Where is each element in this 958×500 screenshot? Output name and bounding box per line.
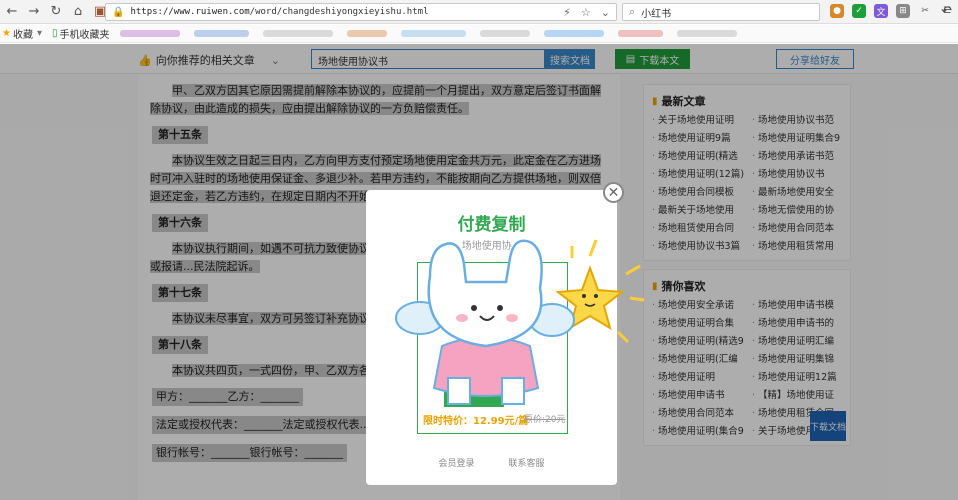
refresh-icon[interactable]: ↻ [46, 2, 66, 22]
blurred-bookmark [346, 30, 387, 37]
modal-links: 会员登录 联系客服 [366, 456, 617, 469]
url-text: https://www.ruiwen.com/word/changdeshiyo… [130, 7, 429, 17]
translate-icon[interactable]: 文 [874, 4, 888, 18]
home-icon[interactable]: ⌂ [68, 2, 88, 22]
browser-search-query: 小红书 [641, 8, 672, 20]
blurred-bookmark [193, 30, 249, 37]
lock-icon: 🔒 [112, 6, 125, 18]
grid-icon[interactable]: ⊞ [896, 4, 910, 18]
blurred-bookmark [676, 30, 737, 37]
undo-icon[interactable]: ↶ [941, 4, 952, 19]
bunny-mascot-sticker [395, 239, 645, 405]
star-icon: ★ [2, 28, 11, 39]
scissors-icon[interactable]: ✂ [918, 4, 932, 18]
blurred-bookmark [262, 30, 333, 37]
cookie-icon[interactable]: ● [830, 4, 844, 18]
contact-service-link[interactable]: 联系客服 [509, 456, 545, 469]
forward-arrow-icon[interactable]: → [24, 2, 44, 22]
blurred-bookmark [617, 30, 663, 37]
bookmark-favorites[interactable]: ★ 收藏 ▾ [2, 26, 42, 41]
blurred-bookmark [543, 30, 604, 37]
search-icon: ⌕ [629, 5, 636, 18]
address-bar[interactable]: 🔒 https://www.ruiwen.com/word/changdeshi… [105, 3, 617, 21]
star-outline-icon[interactable]: ☆ [581, 6, 591, 19]
member-login-link[interactable]: 会员登录 [438, 456, 474, 469]
shield-icon[interactable]: ✓ [852, 4, 866, 18]
back-arrow-icon[interactable]: ← [2, 2, 22, 22]
extension-icons: ● ✓ 文 ⊞ ✂ ☰ [830, 4, 954, 18]
browser-search-box[interactable]: ⌕ 小红书 [622, 3, 820, 21]
lightning-icon[interactable]: ⚡ [563, 6, 571, 19]
chevron-down-icon[interactable]: ⌄ [601, 6, 610, 19]
phone-icon: ▯ [52, 28, 58, 39]
blurred-bookmark [119, 30, 180, 37]
bookmark-mobile[interactable]: ▯ 手机收藏夹 [52, 26, 110, 41]
blurred-bookmark [400, 30, 466, 37]
bookmarks-bar: ★ 收藏 ▾ ▯ 手机收藏夹 [0, 25, 958, 43]
blurred-bookmark [479, 30, 530, 37]
close-icon[interactable]: ✕ [603, 182, 624, 203]
